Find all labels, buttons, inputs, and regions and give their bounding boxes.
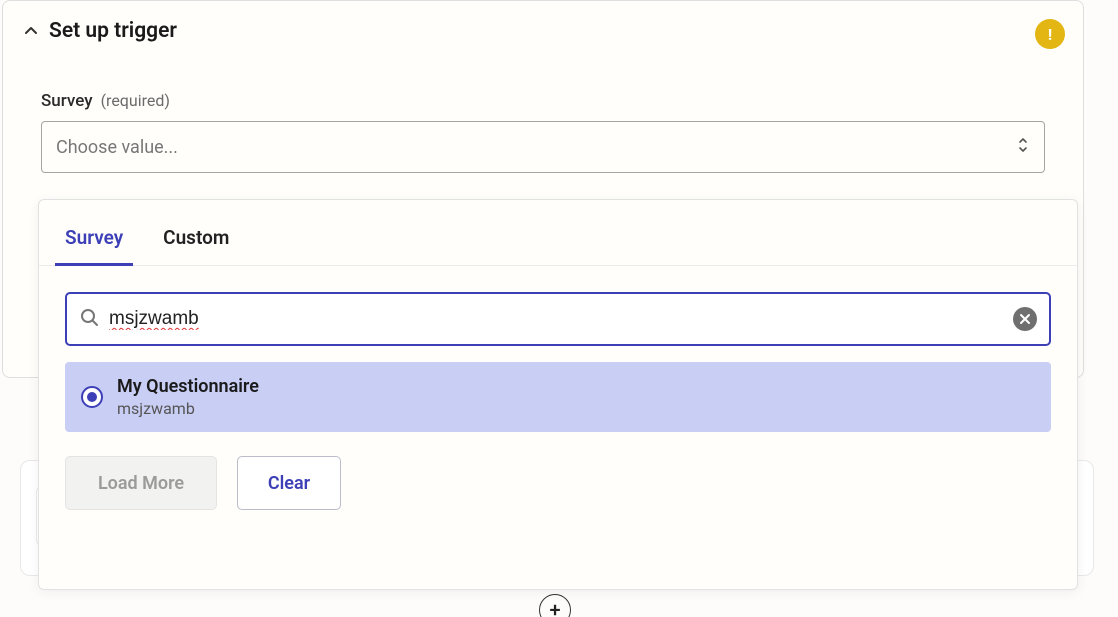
radio-selected-icon <box>81 386 103 408</box>
field-required: (required) <box>101 91 170 110</box>
select-caret-icon <box>1016 135 1030 159</box>
search-input[interactable] <box>109 308 1003 330</box>
option-subtitle: msjzwamb <box>117 399 259 418</box>
dropdown-popover: Survey Custom My Ques <box>38 199 1078 590</box>
dropdown-buttons: Load More Clear <box>65 456 1051 510</box>
survey-select[interactable]: Choose value... <box>41 121 1045 173</box>
warning-badge-icon[interactable]: ! <box>1035 19 1065 49</box>
option-title: My Questionnaire <box>117 376 259 397</box>
dropdown-tabs: Survey Custom <box>39 200 1077 266</box>
select-placeholder: Choose value... <box>56 137 178 158</box>
option-text: My Questionnaire msjzwamb <box>117 376 259 418</box>
plus-icon: + <box>549 598 560 617</box>
clear-button[interactable]: Clear <box>237 456 341 510</box>
warning-glyph: ! <box>1048 25 1052 44</box>
panel-header: Set up trigger <box>3 1 1083 43</box>
field-area: Survey (required) Choose value... <box>3 43 1083 173</box>
tab-survey[interactable]: Survey <box>65 226 123 265</box>
panel-title: Set up trigger <box>49 19 177 43</box>
tab-custom[interactable]: Custom <box>163 226 229 265</box>
search-icon <box>79 307 99 331</box>
clear-search-icon[interactable] <box>1013 307 1037 331</box>
radio-dot <box>87 392 97 402</box>
search-field-wrap[interactable] <box>65 292 1051 346</box>
option-my-questionnaire[interactable]: My Questionnaire msjzwamb <box>65 362 1051 432</box>
load-more-button[interactable]: Load More <box>65 456 217 510</box>
add-step-button[interactable]: + <box>539 594 571 617</box>
dropdown-body: My Questionnaire msjzwamb Load More Clea… <box>39 266 1077 510</box>
field-label-row: Survey (required) <box>41 91 1045 111</box>
collapse-icon[interactable] <box>23 23 39 39</box>
field-label: Survey <box>41 91 93 111</box>
